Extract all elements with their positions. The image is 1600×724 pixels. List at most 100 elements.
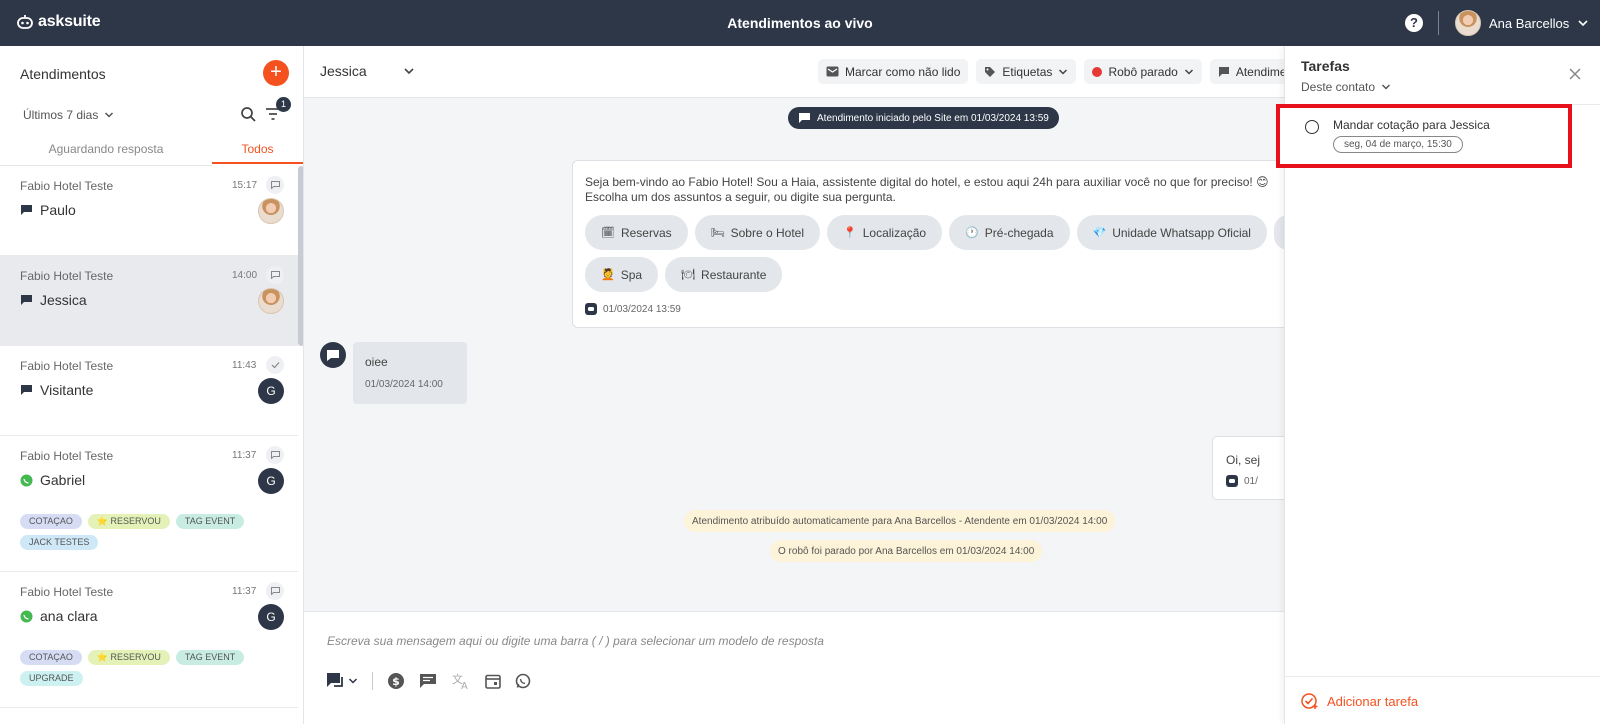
attendance-button[interactable]: Atendime bbox=[1209, 59, 1295, 84]
add-conversation-button[interactable]: + bbox=[263, 60, 289, 86]
quick-reply-icon[interactable] bbox=[419, 673, 437, 689]
visitor-message: oiee 01/03/2024 14:00 bbox=[353, 342, 467, 404]
task-due-date: seg, 04 de março, 15:30 bbox=[1333, 136, 1463, 153]
brand-logo[interactable]: asksuite bbox=[16, 13, 101, 31]
search-icon[interactable] bbox=[240, 106, 257, 123]
help-icon[interactable]: ? bbox=[1405, 14, 1423, 32]
tag-list: COTAÇAO ⭐ RESERVOU TAG EVENT JACK TESTES bbox=[20, 514, 260, 550]
conversation-tag[interactable]: ⭐ RESERVOU bbox=[87, 514, 170, 529]
conversation-tag[interactable]: COTAÇAO bbox=[20, 514, 82, 529]
conversation-contact: Visitante bbox=[20, 382, 93, 398]
filter-count-badge: 1 bbox=[276, 97, 291, 112]
bot-message-text: Seja bem-vindo ao Fabio Hotel! Sou a Hai… bbox=[585, 175, 1285, 205]
chevron-down-icon bbox=[105, 112, 114, 118]
attendance-label: Atendime bbox=[1235, 64, 1287, 79]
tasks-scope-dropdown[interactable]: Deste contato bbox=[1301, 80, 1391, 94]
contact-name: Paulo bbox=[40, 202, 76, 218]
conversation-status bbox=[266, 266, 284, 284]
start-note-text: Atendimento iniciado pelo Site em 01/03/… bbox=[817, 112, 1049, 124]
top-bar: asksuite Atendimentos ao vivo ? Ana Barc… bbox=[0, 0, 1600, 46]
tag-icon bbox=[985, 66, 996, 77]
option-emoji: 📍 bbox=[843, 227, 857, 239]
mark-unread-button[interactable]: Marcar como não lido bbox=[818, 59, 969, 84]
close-icon[interactable] bbox=[1569, 68, 1581, 80]
contact-name: Jessica bbox=[320, 63, 367, 79]
quick-reply-option[interactable]: 🍽 Restaurante bbox=[665, 257, 783, 292]
robot-stopped-indicator bbox=[1092, 66, 1103, 77]
chat-icon bbox=[21, 205, 32, 215]
chat-icon bbox=[270, 181, 280, 189]
task-item[interactable]: Mandar cotação para Jessica seg, 04 de m… bbox=[1276, 104, 1572, 168]
page-title: Atendimentos ao vivo bbox=[727, 15, 873, 31]
quick-reply-option[interactable]: 💆 Spa bbox=[585, 257, 659, 292]
chat-icon bbox=[799, 113, 810, 123]
composer-toolbar: $ 文A bbox=[326, 672, 531, 690]
whatsapp-icon[interactable] bbox=[515, 673, 531, 689]
payment-icon[interactable]: $ bbox=[387, 672, 405, 690]
tab-all[interactable]: Todos bbox=[212, 142, 303, 164]
add-task-label: Adicionar tarefa bbox=[1327, 693, 1419, 709]
chat-bubbles-icon bbox=[327, 673, 343, 687]
message-input[interactable]: Escreva sua mensagem aqui ou digite uma … bbox=[327, 634, 824, 648]
conversation-time: 14:00 bbox=[232, 270, 258, 281]
quick-reply-option[interactable]: 🛏 Sobre o Hotel bbox=[694, 215, 821, 250]
conversation-item[interactable]: Fabio Hotel Teste 15:17 Paulo bbox=[0, 166, 298, 256]
option-emoji: 🛏 bbox=[710, 227, 725, 239]
message-composer: Escreva sua mensagem aqui ou digite uma … bbox=[304, 611, 1284, 724]
conversation-tag[interactable]: COTAÇAO bbox=[20, 650, 82, 665]
translate-icon[interactable]: 文A bbox=[451, 672, 471, 690]
conversation-item[interactable]: Fabio Hotel Teste 11:37 Gabriel G COTAÇAO ⭐ R… bbox=[0, 436, 298, 572]
user-menu[interactable]: Ana Barcellos bbox=[1455, 10, 1589, 36]
conversation-company: Fabio Hotel Teste bbox=[20, 179, 114, 193]
robot-status-button[interactable]: Robô parado bbox=[1084, 59, 1202, 84]
quick-reply-option[interactable]: 🕐 Pré-chegada bbox=[949, 215, 1070, 250]
chat-icon bbox=[21, 385, 32, 395]
task-complete-checkbox[interactable] bbox=[1305, 120, 1319, 134]
chevron-down-icon bbox=[1184, 68, 1193, 75]
option-label: Reservas bbox=[620, 225, 672, 240]
conversation-item[interactable]: Fabio Hotel Teste 11:37 ana clara G COTAÇAO ⭐… bbox=[0, 572, 298, 708]
bot-icon bbox=[1226, 475, 1238, 487]
date-filter-dropdown[interactable]: Últimos 7 dias bbox=[23, 108, 114, 122]
tab-waiting[interactable]: Aguardando resposta bbox=[0, 142, 212, 164]
chat-actions: Marcar como não lido Etiquetas Robô para… bbox=[818, 59, 1295, 84]
conversation-contact: Jessica bbox=[20, 292, 87, 308]
chat-icon bbox=[270, 451, 280, 459]
bot-message-meta: 01/03/2024 13:59 bbox=[585, 303, 681, 315]
option-emoji: 🕐 bbox=[965, 227, 979, 239]
conversation-tag[interactable]: UPGRADE bbox=[20, 671, 83, 686]
conversation-tag[interactable]: TAG EVENT bbox=[175, 514, 245, 529]
tags-button[interactable]: Etiquetas bbox=[976, 59, 1077, 84]
calendar-icon[interactable] bbox=[485, 673, 501, 689]
bot-message-line-2: Escolha um dos assuntos a seguir, ou dig… bbox=[585, 190, 896, 204]
conversation-item[interactable]: Fabio Hotel Teste 14:00 Jessica bbox=[0, 256, 298, 346]
contact-avatar: G bbox=[258, 468, 284, 494]
conversation-contact: Gabriel bbox=[20, 472, 85, 488]
chat-icon bbox=[1218, 66, 1229, 77]
conversation-item[interactable]: Fabio Hotel Teste 11:43 Visitante G bbox=[0, 346, 298, 436]
chevron-down-icon bbox=[404, 68, 414, 75]
contact-name: Gabriel bbox=[40, 472, 86, 488]
chevron-down-icon bbox=[1578, 20, 1588, 27]
toolbar-separator bbox=[372, 672, 373, 690]
conversation-tag[interactable]: ⭐ RESERVOU bbox=[87, 650, 170, 665]
conversation-tag[interactable]: JACK TESTES bbox=[20, 535, 99, 550]
chat-area: Jessica Marcar como não lido Etiquetas R… bbox=[304, 46, 1302, 724]
chat-header: Jessica Marcar como não lido Etiquetas R… bbox=[304, 46, 1295, 98]
add-task-button[interactable]: Adicionar tarefa bbox=[1301, 692, 1418, 710]
conversation-tabs: Aguardando resposta Todos bbox=[0, 142, 303, 164]
quick-reply-option[interactable]: 💎 Unidade Whatsapp Oficial bbox=[1076, 215, 1267, 250]
chat-icon bbox=[21, 295, 32, 305]
agent-message-meta: 01/ bbox=[1226, 475, 1258, 487]
conversation-tag[interactable]: TAG EVENT bbox=[175, 650, 245, 665]
system-note: Atendimento atribuído automaticamente pa… bbox=[684, 510, 1116, 532]
contact-avatar: G bbox=[258, 378, 284, 404]
option-label: Restaurante bbox=[701, 267, 767, 282]
conversation-time: 11:37 bbox=[232, 586, 257, 597]
quick-reply-option[interactable]: 📍 Localização bbox=[827, 215, 943, 250]
contact-selector[interactable]: Jessica bbox=[320, 63, 415, 79]
quick-reply-option[interactable]: 🗓 Reservas bbox=[585, 215, 688, 250]
conversations-title: Atendimentos bbox=[20, 66, 106, 82]
message-type-selector[interactable] bbox=[326, 672, 358, 690]
tasks-footer-divider bbox=[1285, 676, 1600, 677]
